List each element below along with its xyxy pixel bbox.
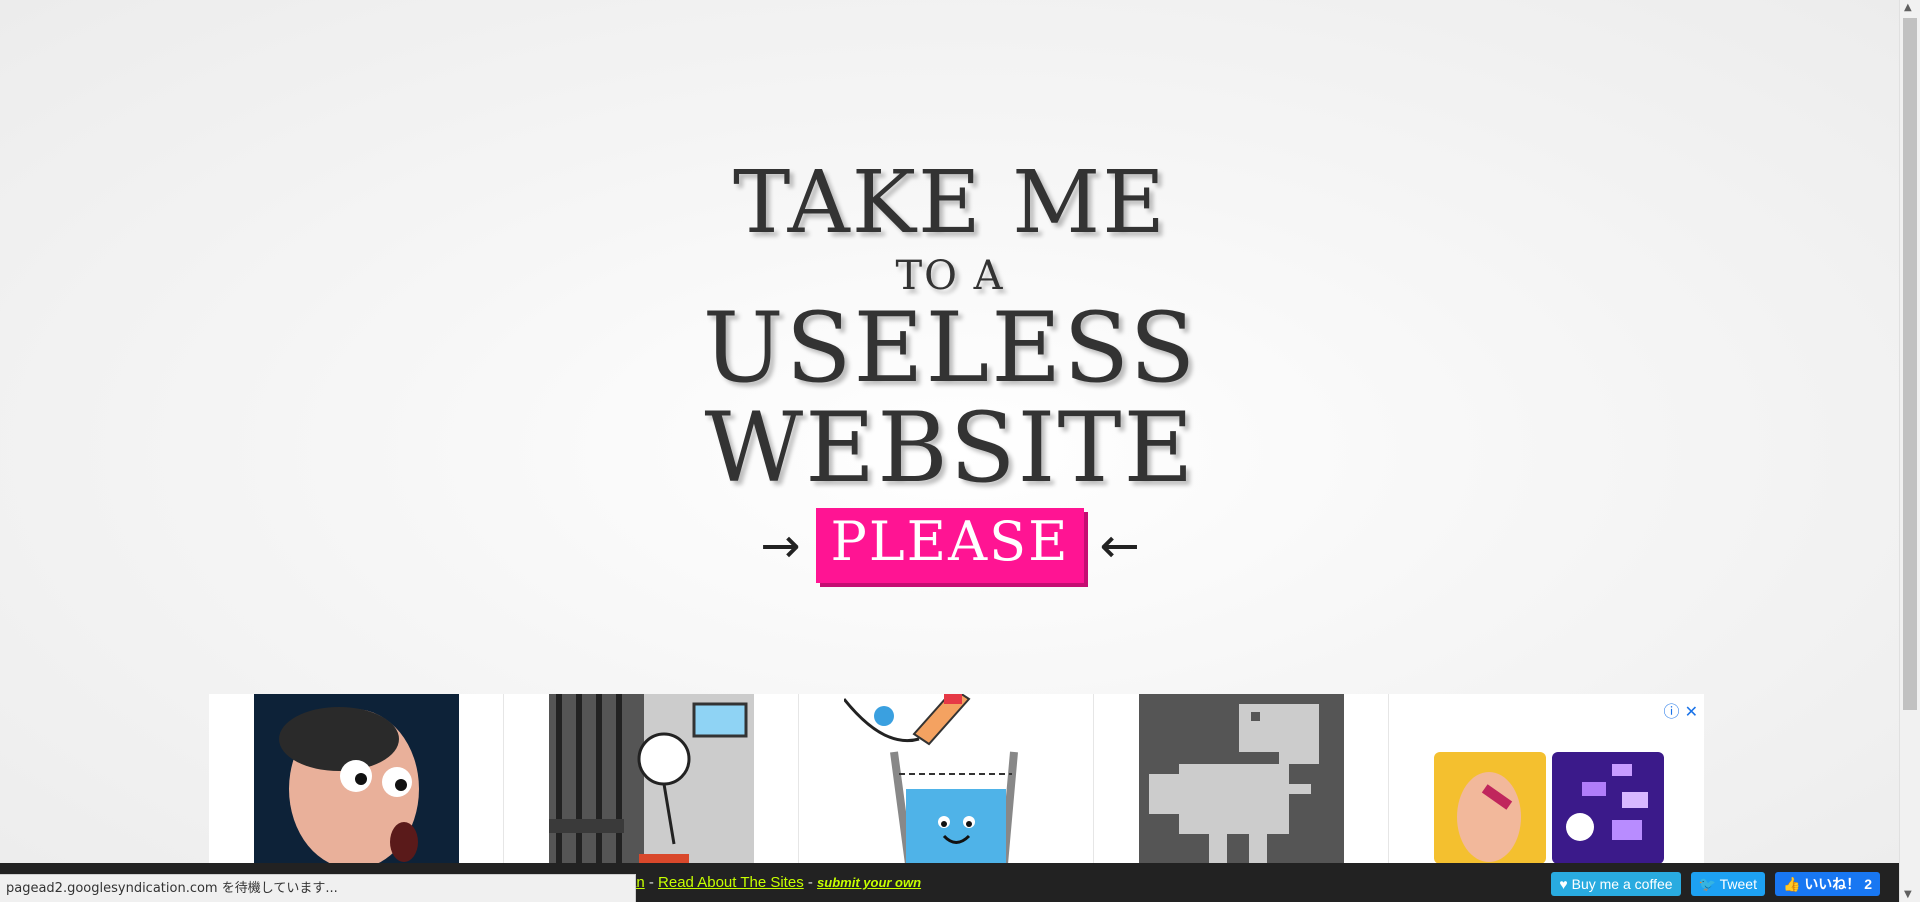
ad-card[interactable]	[504, 694, 799, 864]
browser-status-bar: pagead2.googlesyndication.com を待機しています..…	[0, 874, 636, 902]
separator: -	[644, 874, 659, 891]
hero-line-2: TO A	[895, 253, 1005, 299]
cta-row: → PLEASE ←	[0, 508, 1900, 584]
ad-thumbnail-dino[interactable]	[1138, 694, 1344, 864]
scroll-up-icon[interactable]: ▲	[1904, 2, 1912, 13]
ad-controls: ⓘ ✕	[1663, 698, 1698, 722]
twitter-bird-icon: 🐦	[1698, 876, 1720, 892]
arrow-right-icon: →	[760, 517, 801, 574]
ad-banner[interactable]: ⓘ ✕	[209, 694, 1704, 864]
scrollbar-thumb[interactable]	[1903, 18, 1917, 710]
ad-thumbnail-face[interactable]	[253, 694, 459, 864]
social-buttons: ♥ Buy me a coffee 🐦 Tweet 👍 いいね！ 2	[1551, 872, 1880, 896]
buy-me-a-coffee-button[interactable]: ♥ Buy me a coffee	[1551, 872, 1681, 896]
ad-thumbnail-prison[interactable]	[548, 694, 754, 864]
ad-card[interactable]	[1094, 694, 1389, 864]
like-label: いいね！ 2	[1804, 876, 1872, 892]
page-scrollbar[interactable]: ▲ ▼	[1899, 0, 1920, 902]
separator: -	[803, 874, 818, 891]
info-icon[interactable]: ⓘ	[1663, 702, 1679, 721]
coffee-icon: ♥	[1559, 876, 1572, 892]
footer-links: an - Read About The Sites - submit your …	[628, 874, 921, 891]
ad-card-secondary[interactable]: ⓘ ✕	[1389, 694, 1704, 864]
tweet-button[interactable]: 🐦 Tweet	[1690, 872, 1765, 896]
ad-thumbnail-foot[interactable]	[1434, 752, 1546, 864]
scroll-down-icon[interactable]: ▼	[1904, 889, 1912, 900]
like-button[interactable]: 👍 いいね！ 2	[1774, 872, 1880, 896]
ad-thumbnail-tiles[interactable]	[1552, 752, 1664, 864]
thumbs-up-icon: 👍	[1782, 876, 1805, 892]
hero-line-3: USELESS	[702, 292, 1198, 404]
hero-line-1: TAKE ME	[733, 153, 1167, 253]
coffee-label: Buy me a coffee	[1571, 876, 1673, 892]
ad-card[interactable]	[209, 694, 504, 864]
ad-thumbnail-glass[interactable]	[843, 694, 1049, 864]
tweet-label: Tweet	[1719, 876, 1757, 892]
ad-card[interactable]	[799, 694, 1094, 864]
submit-your-own-link[interactable]: submit your own	[817, 875, 921, 890]
hero-line-4: WEBSITE	[704, 392, 1196, 504]
arrow-left-icon: ←	[1099, 517, 1140, 574]
ad-thumbnail-pair[interactable]	[1434, 752, 1664, 864]
close-icon[interactable]: ✕	[1685, 702, 1698, 721]
hero-title: TAKE ME TO A USELESS WEBSITE	[0, 160, 1900, 496]
read-about-sites-link[interactable]: Read About The Sites	[658, 874, 804, 891]
please-button[interactable]: PLEASE	[816, 508, 1084, 584]
